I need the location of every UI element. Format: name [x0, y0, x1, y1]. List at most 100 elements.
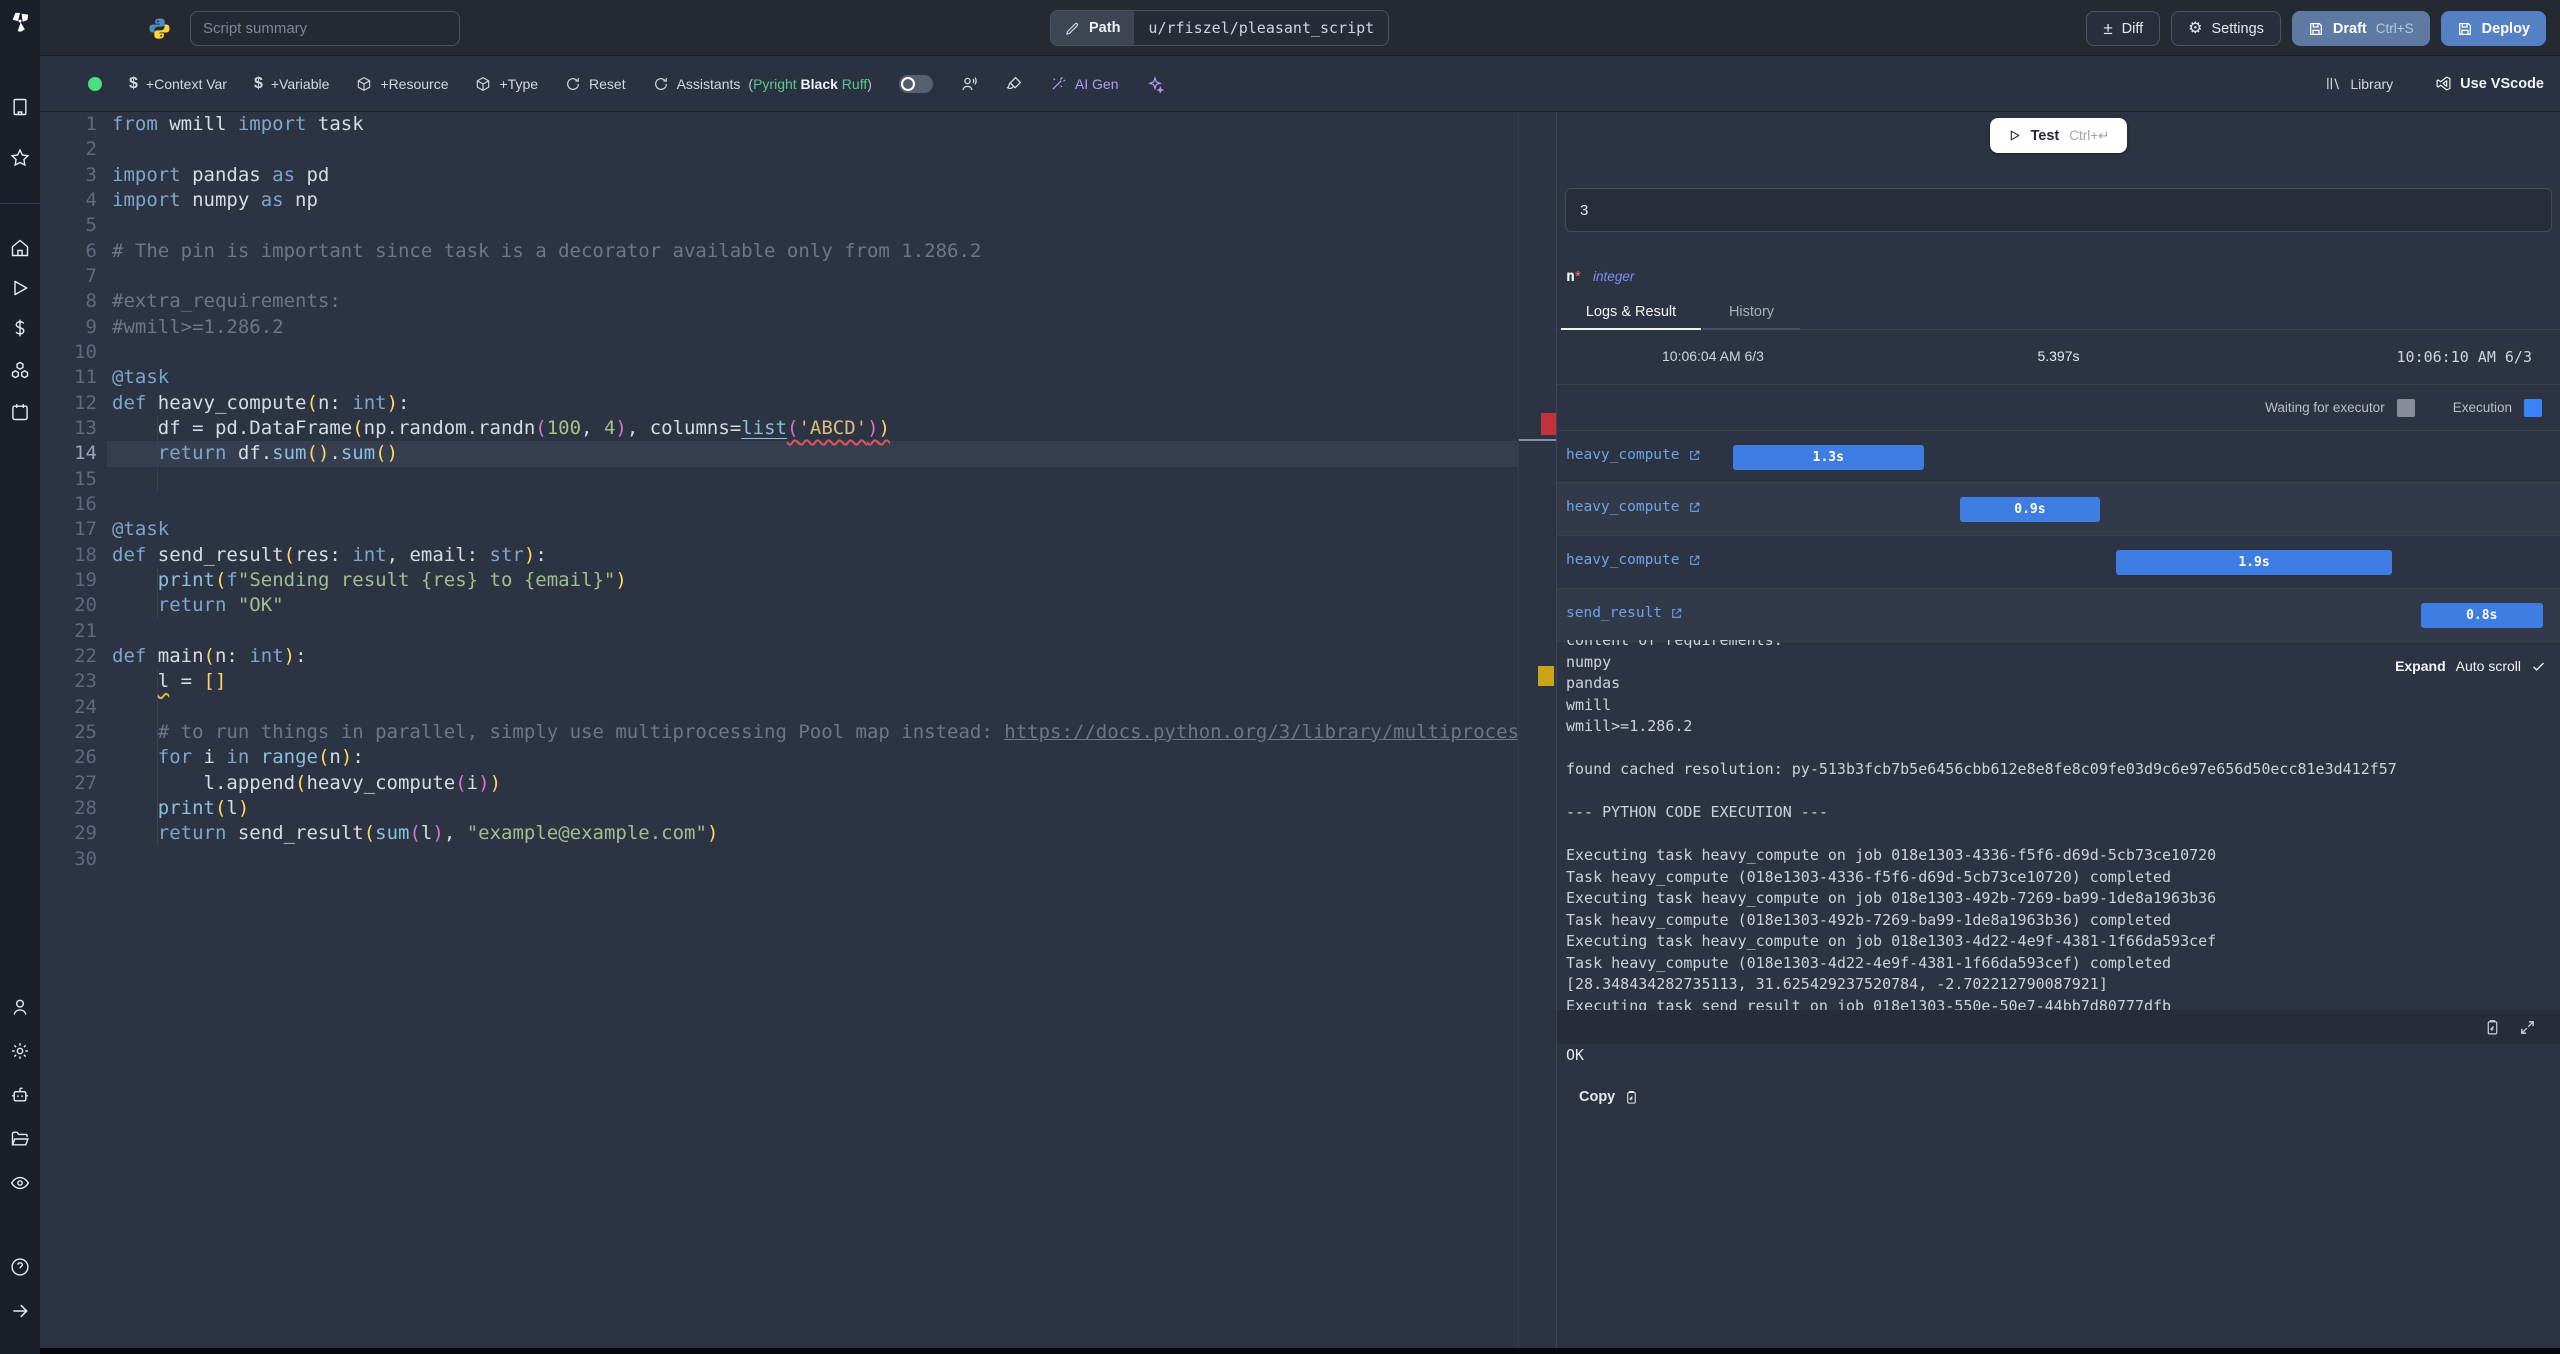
- code-line[interactable]: 23 l = []: [40, 669, 1556, 694]
- diff-button[interactable]: ± Diff: [2086, 11, 2161, 46]
- language-status-dot: [88, 76, 102, 91]
- user-icon[interactable]: [10, 997, 30, 1017]
- reset-button[interactable]: Reset: [565, 76, 626, 92]
- code-line[interactable]: 20 return "OK": [40, 593, 1556, 618]
- sparkles-button[interactable]: [1146, 75, 1164, 93]
- code-line[interactable]: 1 from wmill import task: [40, 112, 1556, 137]
- use-vscode-button[interactable]: Use VScode: [2435, 75, 2544, 92]
- path-chip[interactable]: Path u/rfiszel/pleasant_script: [1050, 10, 1390, 46]
- execution-bar[interactable]: 0.9s: [1960, 497, 2100, 522]
- overview-ruler[interactable]: [1518, 112, 1556, 1354]
- star-icon[interactable]: [10, 148, 30, 168]
- code-line[interactable]: 6 # The pin is important since task is a …: [40, 239, 1556, 264]
- clipboard-icon[interactable]: [2484, 1019, 2501, 1036]
- code-line[interactable]: 30: [40, 847, 1556, 872]
- task-link[interactable]: heavy_compute: [1566, 499, 1701, 515]
- code-line[interactable]: 11 @task: [40, 365, 1556, 390]
- code-line[interactable]: 2: [40, 137, 1556, 162]
- deploy-button[interactable]: Deploy: [2440, 11, 2546, 46]
- top-bar: Path u/rfiszel/pleasant_script ± Diff ⚙ …: [40, 0, 2560, 56]
- ai-gen-button[interactable]: AI Gen: [1050, 75, 1119, 92]
- tab-history[interactable]: History: [1703, 296, 1800, 330]
- play-icon[interactable]: [10, 278, 30, 298]
- code-line[interactable]: 15: [40, 467, 1556, 492]
- code-line[interactable]: 25 # to run things in parallel, simply u…: [40, 720, 1556, 745]
- warning-marker: [1538, 666, 1554, 686]
- tab-logs-result[interactable]: Logs & Result: [1561, 296, 1701, 330]
- gear-icon[interactable]: [10, 1041, 30, 1061]
- folder-icon[interactable]: [10, 1129, 30, 1149]
- assistants-button[interactable]: Assistants (Pyright Black Ruff): [653, 76, 872, 92]
- add-resource-button[interactable]: +Resource: [356, 76, 448, 92]
- execution-bar[interactable]: 1.3s: [1732, 445, 1925, 470]
- autoscroll-toggle[interactable]: Auto scroll: [2456, 658, 2521, 674]
- code-line[interactable]: 18 def send_result(res: int, email: str):: [40, 543, 1556, 568]
- code-line[interactable]: 4 import numpy as np: [40, 188, 1556, 213]
- arrow-right-icon[interactable]: [10, 1301, 30, 1321]
- log-line: [28.348434282735113, 31.625429237520784,…: [1566, 975, 2108, 993]
- help-icon[interactable]: [10, 1257, 30, 1277]
- code-line[interactable]: 12 def heavy_compute(n: int):: [40, 391, 1556, 416]
- library-button[interactable]: Library: [2325, 75, 2393, 92]
- code-line[interactable]: 28 print(l): [40, 796, 1556, 821]
- draft-button[interactable]: Draft Ctrl+S: [2291, 11, 2430, 46]
- settings-button[interactable]: ⚙ Settings: [2171, 11, 2281, 46]
- dollar-icon[interactable]: [10, 318, 30, 338]
- code-line[interactable]: 7: [40, 264, 1556, 289]
- arg-n-input[interactable]: [1565, 188, 2552, 232]
- task-link[interactable]: heavy_compute: [1566, 447, 1701, 463]
- code-line[interactable]: 22 def main(n: int):: [40, 644, 1556, 669]
- home-icon[interactable]: [10, 238, 30, 258]
- copy-result-button[interactable]: Copy: [1579, 1089, 1639, 1105]
- toggle-knob: [900, 76, 915, 91]
- expand-button[interactable]: Expand: [2395, 658, 2446, 674]
- format-button[interactable]: [1005, 75, 1023, 93]
- eye-icon[interactable]: [10, 1173, 30, 1193]
- robot-icon[interactable]: [10, 1085, 30, 1105]
- code-line[interactable]: 26 for i in range(n):: [40, 745, 1556, 770]
- boxes-icon[interactable]: [10, 360, 30, 380]
- code-line[interactable]: 9 #wmill>=1.286.2: [40, 315, 1556, 340]
- windmill-logo[interactable]: [9, 11, 31, 45]
- code-line[interactable]: 16: [40, 492, 1556, 517]
- timeline-legend: Waiting for executor Execution: [1557, 385, 2560, 430]
- add-context-var-button[interactable]: $ +Context Var: [129, 75, 227, 93]
- add-type-button[interactable]: +Type: [475, 76, 538, 92]
- code-line[interactable]: 13 df = pd.DataFrame(np.random.randn(100…: [40, 416, 1556, 441]
- refresh-icon: [565, 76, 581, 92]
- execution-bar[interactable]: 1.9s: [2115, 550, 2393, 575]
- calendar-icon[interactable]: [10, 402, 30, 422]
- code-line[interactable]: 21: [40, 619, 1556, 644]
- code-line[interactable]: 5: [40, 213, 1556, 238]
- code-line[interactable]: 17 @task: [40, 517, 1556, 542]
- code-editor[interactable]: 1 from wmill import task 2 3 import pandas a…: [40, 112, 1556, 1354]
- code-line[interactable]: 14 return df.sum().sum(): [40, 441, 1556, 466]
- task-link[interactable]: heavy_compute: [1566, 552, 1701, 568]
- code-line[interactable]: 19 print(f"Sending result {res} to {emai…: [40, 568, 1556, 593]
- code-line[interactable]: 29 return send_result(sum(l), "example@e…: [40, 821, 1556, 846]
- task-link[interactable]: send_result: [1566, 605, 1683, 621]
- code-line[interactable]: 27 l.append(heavy_compute(i)): [40, 771, 1556, 796]
- line-number: 20: [74, 594, 97, 617]
- reset-label: Reset: [589, 75, 626, 92]
- test-button[interactable]: Test Ctrl+↵: [1989, 118, 2128, 153]
- line-number: 1: [85, 113, 97, 135]
- code-line[interactable]: 8 #extra_requirements:: [40, 289, 1556, 314]
- log-line: Task heavy_compute (018e1303-4336-f5f6-d…: [1566, 867, 2172, 886]
- assistant-toggle[interactable]: [898, 74, 933, 93]
- script-summary-input[interactable]: [190, 11, 460, 46]
- expand-icon[interactable]: [2519, 1019, 2536, 1036]
- multiplayer-button[interactable]: [960, 75, 978, 93]
- execution-bar[interactable]: 0.8s: [2420, 603, 2543, 628]
- logs-viewer[interactable]: content of requirements: numpy pandas wmill…: [1557, 640, 2560, 1010]
- code-line[interactable]: 24: [40, 695, 1556, 720]
- timeline-row: heavy_compute 0.9s: [1557, 483, 2560, 536]
- external-link-icon: [1688, 554, 1701, 567]
- building-icon[interactable]: [10, 97, 30, 117]
- add-variable-button[interactable]: $ +Variable: [254, 75, 329, 93]
- run-end-time: 10:06:10 AM 6/3: [2396, 348, 2532, 366]
- task-timeline: heavy_compute 1.3s heavy_compute 0.9s heavy_…: [1557, 430, 2560, 642]
- code-line[interactable]: 10: [40, 340, 1556, 365]
- code-line[interactable]: 3 import pandas as pd: [40, 163, 1556, 188]
